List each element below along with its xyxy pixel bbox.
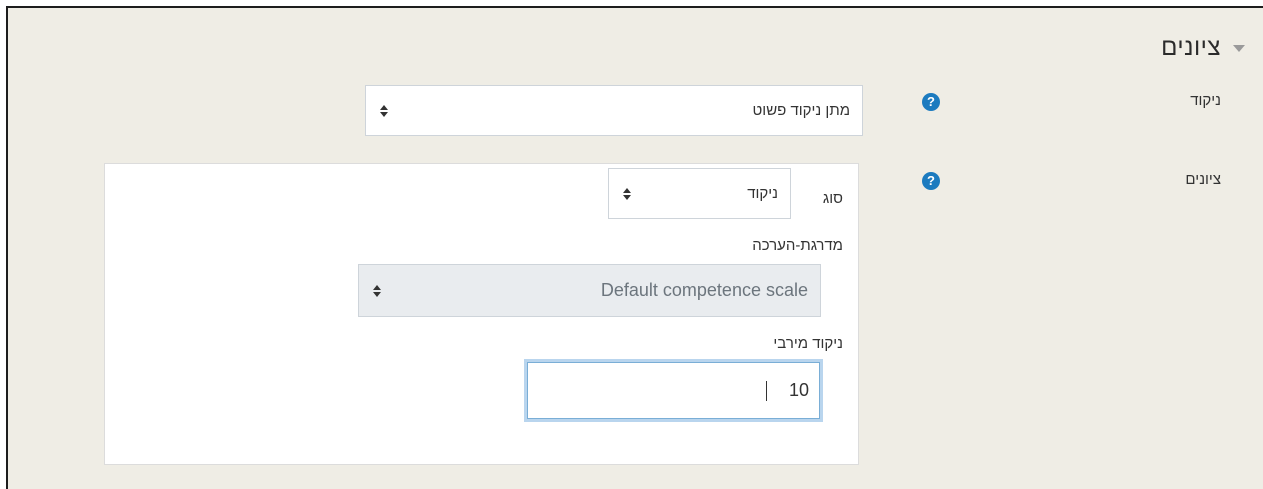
grading-method-select[interactable]: מתן ניקוד פשוט bbox=[365, 85, 863, 136]
section-header[interactable]: ציונים bbox=[1161, 34, 1245, 62]
grades-settings-section: ציונים ניקוד ? מתן ניקוד פשוט ציונים ? ס… bbox=[6, 6, 1263, 489]
max-grade-input[interactable]: 10 bbox=[527, 362, 820, 419]
grades-label: ציונים bbox=[1185, 171, 1221, 188]
sort-arrows-icon bbox=[621, 187, 633, 200]
max-grade-value: 10 bbox=[788, 380, 809, 400]
section-title: ציונים bbox=[1161, 34, 1221, 61]
scale-value: Default competence scale bbox=[600, 280, 808, 300]
question-circle-icon[interactable]: ? bbox=[922, 93, 940, 111]
sort-arrows-icon bbox=[371, 284, 383, 297]
chevron-down-icon[interactable] bbox=[1233, 44, 1245, 52]
text-caret bbox=[766, 381, 767, 401]
scale-label: מדרגת-הערכה bbox=[752, 237, 843, 254]
grading-label: ניקוד bbox=[1190, 92, 1221, 109]
question-circle-icon[interactable]: ? bbox=[922, 172, 940, 190]
grade-type-value: ניקוד bbox=[747, 185, 778, 202]
sort-arrows-icon bbox=[378, 104, 390, 117]
grade-type-select[interactable]: ניקוד bbox=[608, 168, 791, 219]
grade-type-label: סוג bbox=[822, 190, 843, 207]
max-grade-label: ניקוד מירבי bbox=[773, 335, 843, 352]
grading-method-value: מתן ניקוד פשוט bbox=[752, 102, 850, 119]
scale-select[interactable]: Default competence scale bbox=[358, 264, 821, 317]
